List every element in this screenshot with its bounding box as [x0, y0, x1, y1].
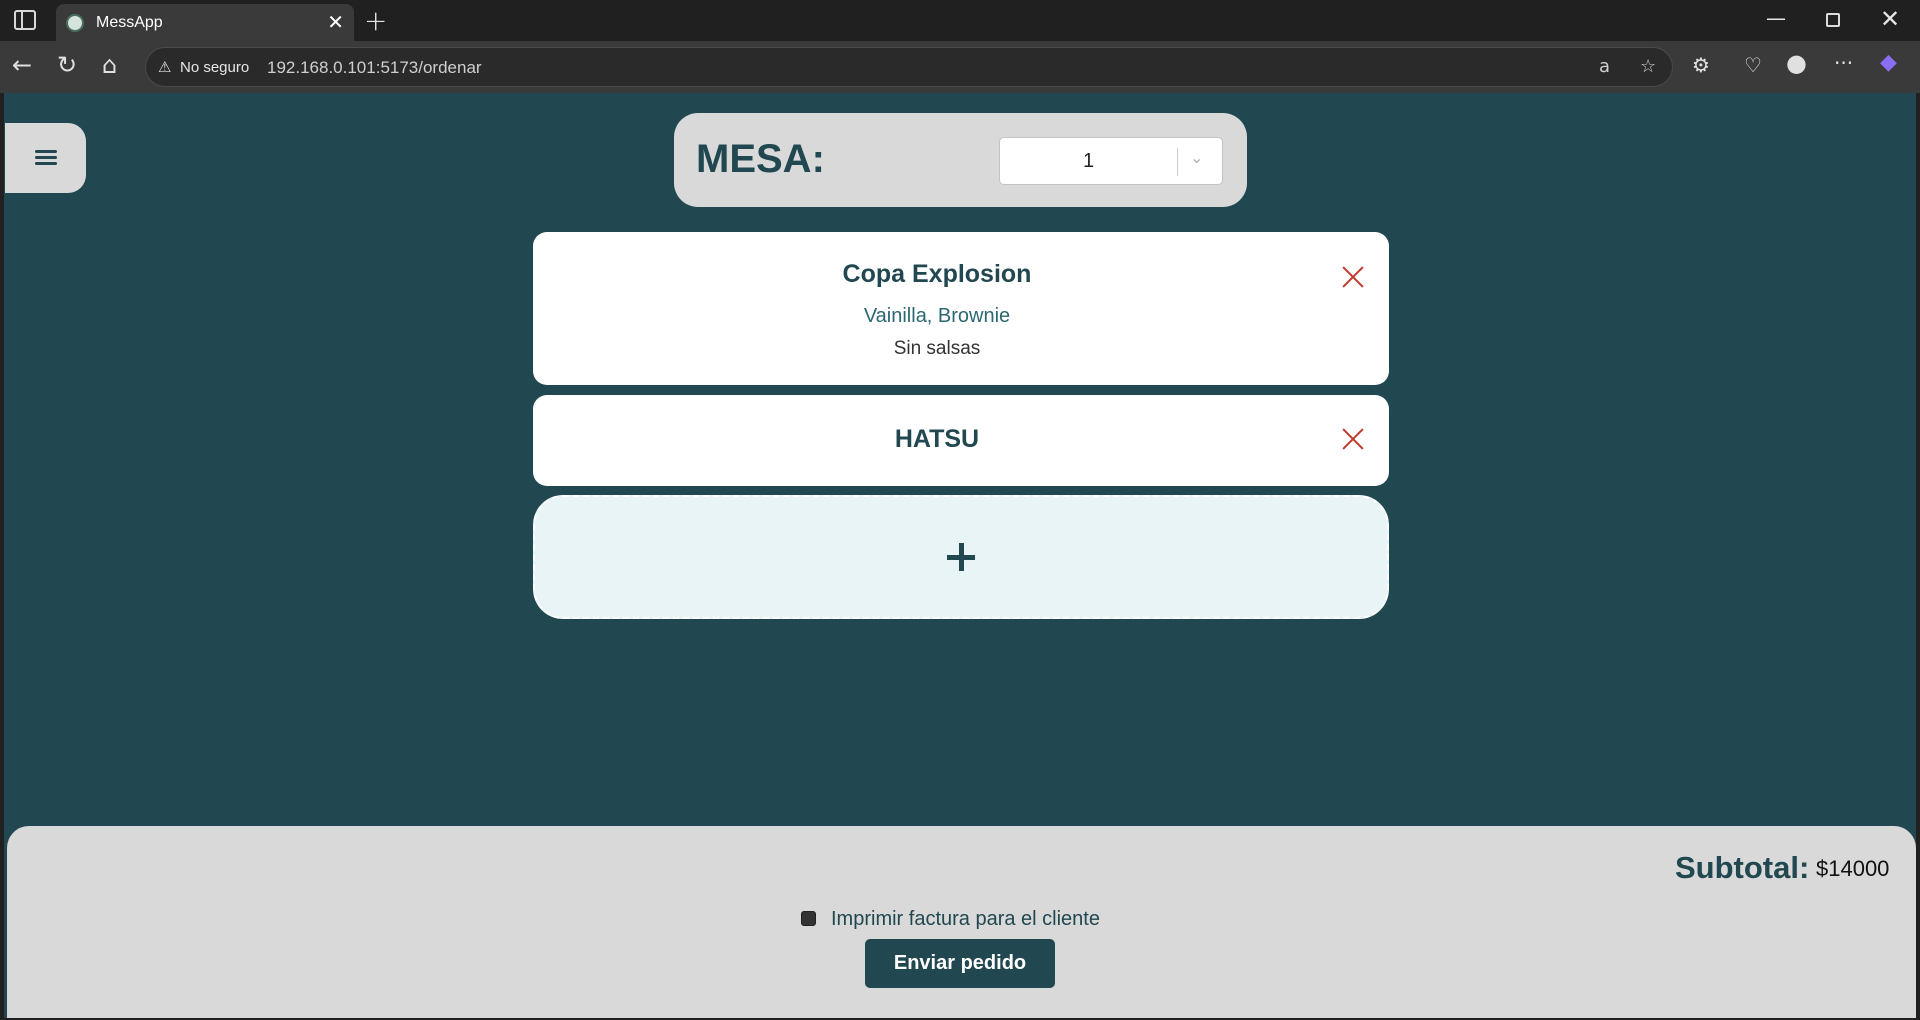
translate-icon[interactable]: a	[1599, 56, 1610, 77]
copilot-icon[interactable]: ◆	[1880, 50, 1897, 75]
minimize-icon[interactable]: —	[1766, 6, 1786, 30]
warning-icon: ⚠	[158, 58, 172, 76]
table-selector-panel: MESA: 1 ⌄	[674, 113, 1247, 207]
add-item-button[interactable]	[533, 495, 1389, 619]
chevron-down-icon[interactable]: ⌄	[1190, 148, 1203, 167]
order-item-card: HATSU	[533, 395, 1389, 486]
back-icon[interactable]: ←	[12, 51, 32, 79]
close-tab-icon[interactable]: ✕	[327, 10, 344, 34]
home-icon[interactable]: ⌂	[102, 51, 117, 79]
url-text[interactable]: 192.168.0.101:5173/ordenar	[267, 58, 482, 78]
subtotal-value: $14000	[1816, 856, 1890, 881]
app-page: MESA: 1 ⌄ Copa Explosion Vainilla, Brown…	[4, 93, 1916, 1018]
order-item-note: Sin salsas	[893, 338, 981, 359]
favorite-star-icon[interactable]: ☆	[1640, 56, 1656, 77]
health-icon[interactable]: ♡	[1744, 53, 1762, 77]
browser-toolbar: ← ↻ ⌂ ⚠ No seguro 192.168.0.101:5173/ord…	[0, 41, 1920, 93]
print-invoice-label[interactable]: Imprimir factura para el cliente	[831, 908, 1100, 931]
subtotal-label: Subtotal:	[1675, 850, 1810, 885]
menu-button[interactable]	[5, 123, 86, 193]
browser-tab-bar: MessApp ✕ + — ✕	[0, 0, 1920, 41]
window-close-icon[interactable]: ✕	[1880, 5, 1900, 33]
plus-icon	[947, 543, 975, 571]
new-tab-icon[interactable]: +	[364, 4, 387, 37]
profile-icon[interactable]: ●	[1786, 49, 1807, 77]
menu-icon	[34, 149, 57, 167]
more-icon[interactable]: ···	[1834, 51, 1853, 75]
order-footer: Subtotal: $14000 Imprimir factura para e…	[7, 826, 1916, 1018]
browser-tab[interactable]: MessApp ✕	[56, 4, 354, 41]
table-select-value: 1	[1082, 150, 1095, 172]
order-item-name: Copa Explosion	[842, 260, 1032, 288]
print-invoice-checkbox[interactable]	[801, 911, 816, 926]
table-select[interactable]: 1 ⌄	[999, 137, 1223, 185]
address-bar[interactable]: ⚠ No seguro 192.168.0.101:5173/ordenar a…	[145, 47, 1673, 87]
favicon-icon	[66, 14, 84, 32]
reload-icon[interactable]: ↻	[57, 51, 77, 79]
security-label[interactable]: No seguro	[180, 59, 249, 76]
order-item-card: Copa Explosion Vainilla, Brownie Sin sal…	[533, 232, 1389, 385]
extensions-icon[interactable]: ⚙	[1692, 53, 1710, 77]
maximize-icon[interactable]	[1826, 13, 1840, 27]
order-item-name: HATSU	[894, 425, 980, 453]
sidebar-toggle-icon[interactable]	[14, 10, 36, 30]
order-item-flavors: Vainilla, Brownie	[863, 305, 1011, 327]
close-icon[interactable]	[1339, 263, 1367, 291]
close-icon[interactable]	[1339, 425, 1367, 453]
tab-title: MessApp	[96, 14, 163, 31]
select-separator	[1177, 148, 1178, 176]
send-order-button[interactable]: Enviar pedido	[865, 939, 1055, 988]
table-label: MESA:	[696, 137, 825, 181]
